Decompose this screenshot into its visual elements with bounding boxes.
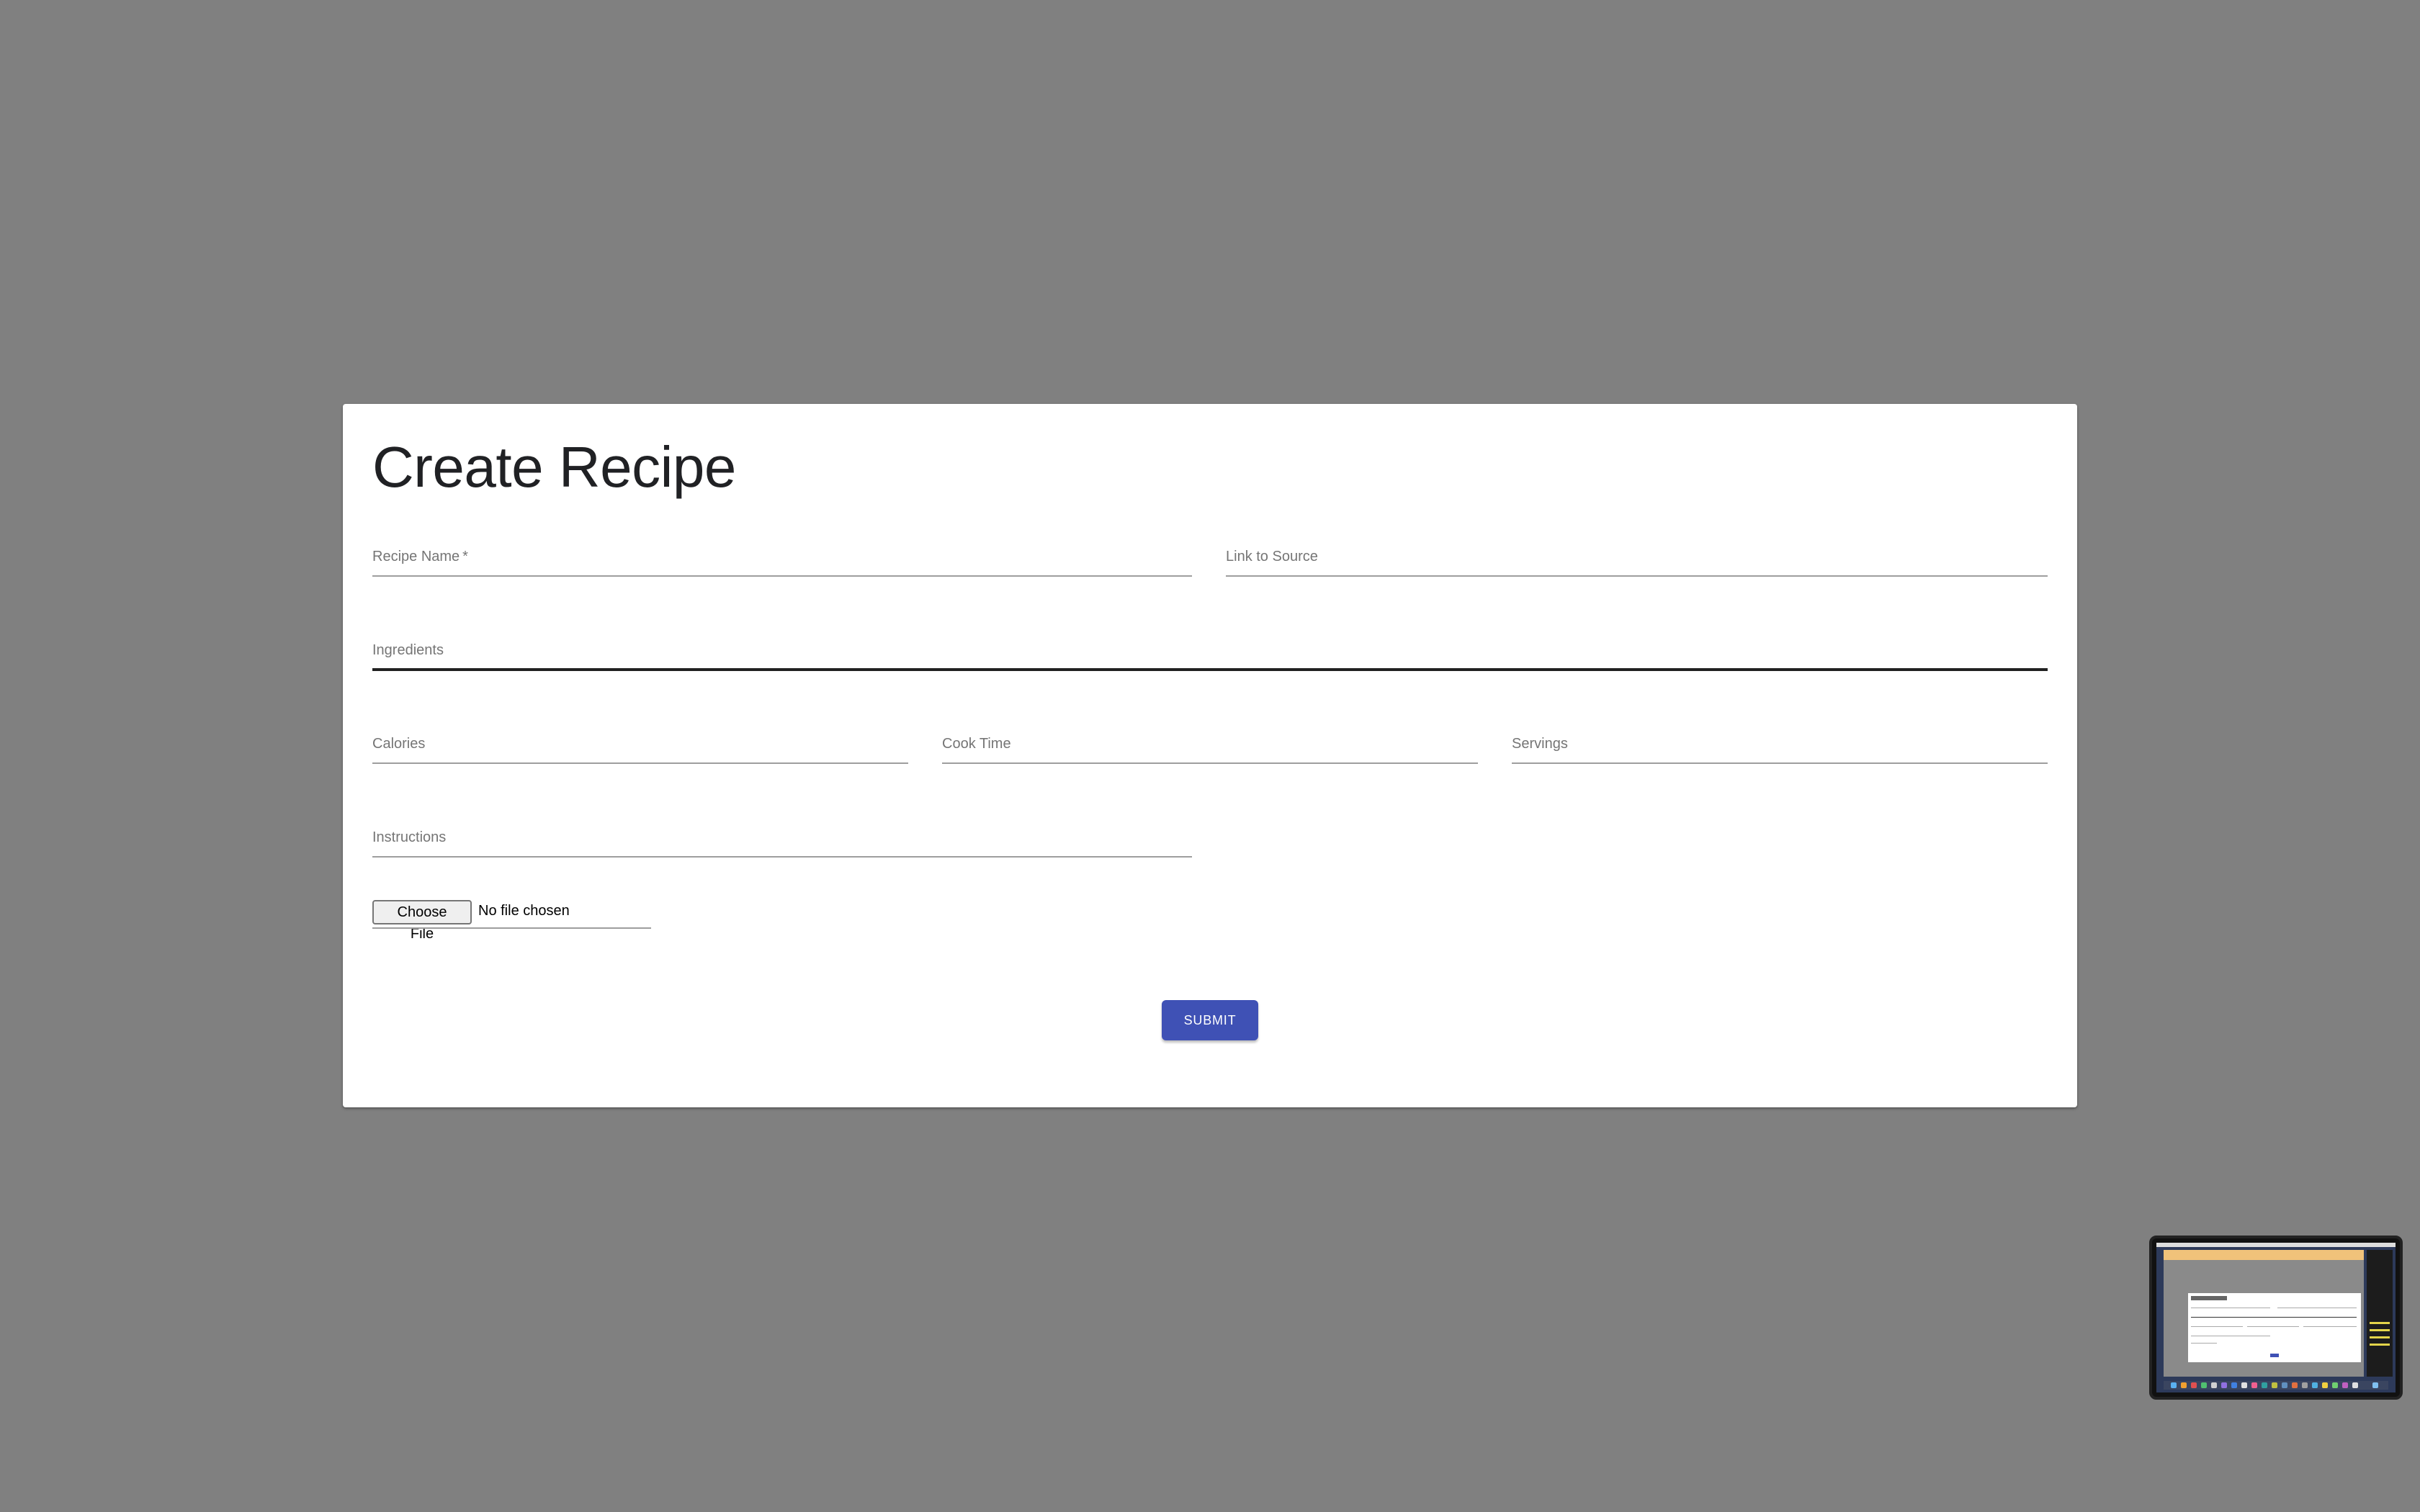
thumbnail-dock-icon <box>2181 1382 2187 1388</box>
ingredients-underline <box>372 668 2048 671</box>
recipe-name-underline <box>372 575 1192 577</box>
screen-background: Create Recipe Recipe Name * Link to Sourc… <box>0 0 2420 1512</box>
servings-field[interactable]: Servings <box>1512 735 2048 764</box>
thumbnail-highlight <box>2370 1329 2390 1331</box>
cook-time-underline <box>942 762 1478 764</box>
thumbnail-dock-icon <box>2322 1382 2328 1388</box>
recipe-name-field[interactable]: Recipe Name * <box>372 548 1192 577</box>
thumbnail-dock-icon <box>2211 1382 2217 1388</box>
instructions-underline <box>372 856 1192 858</box>
thumbnail-line <box>2191 1343 2217 1344</box>
link-to-source-underline <box>1226 575 2048 577</box>
thumbnail-highlight <box>2370 1344 2390 1346</box>
thumbnail-highlight <box>2370 1336 2390 1338</box>
calories-input[interactable] <box>372 741 908 761</box>
thumbnail-dock-icon <box>2312 1382 2318 1388</box>
thumbnail-form-card <box>2188 1293 2361 1362</box>
thumbnail-dock-icon <box>2332 1382 2338 1388</box>
thumbnail-dock-icon <box>2251 1382 2257 1388</box>
servings-input[interactable] <box>1512 741 2048 761</box>
thumbnail-dock-icon <box>2191 1382 2197 1388</box>
choose-file-button[interactable]: Choose File <box>372 900 472 942</box>
ingredients-input[interactable] <box>372 647 2048 667</box>
thumbnail-menubar <box>2156 1243 2396 1247</box>
thumbnail-line <box>2191 1317 2357 1318</box>
thumbnail-line <box>2247 1326 2299 1327</box>
thumbnail-dock-icon <box>2272 1382 2277 1388</box>
calories-underline <box>372 762 908 764</box>
cook-time-field[interactable]: Cook Time <box>942 735 1478 764</box>
thumbnail-dock-icon <box>2372 1382 2378 1388</box>
thumbnail-dock-icon <box>2342 1382 2348 1388</box>
recipe-name-input[interactable] <box>372 554 1192 574</box>
thumbnail-dock-icon <box>2262 1382 2267 1388</box>
thumbnail-dock-icon <box>2241 1382 2247 1388</box>
thumbnail-dock <box>2164 1381 2388 1390</box>
thumbnail-submit <box>2270 1354 2279 1357</box>
submit-button[interactable]: SUBMIT <box>1162 1000 1258 1040</box>
thumbnail-title <box>2191 1296 2227 1300</box>
instructions-field[interactable]: Instructions <box>372 829 1192 858</box>
cook-time-input[interactable] <box>942 741 1478 761</box>
create-recipe-form-card: Create Recipe Recipe Name * Link to Sourc… <box>343 404 2077 1107</box>
thumbnail-browser-toolbar <box>2164 1250 2364 1260</box>
thumbnail-line <box>2191 1326 2243 1327</box>
file-status-text: No file chosen <box>478 903 570 919</box>
thumbnail-dock-icon <box>2282 1382 2287 1388</box>
ingredients-field[interactable]: Ingredients <box>372 642 2048 671</box>
thumbnail-highlight <box>2370 1322 2390 1324</box>
thumbnail-dock-icon <box>2201 1382 2207 1388</box>
thumbnail-dock-icon <box>2171 1382 2177 1388</box>
thumbnail-line <box>2303 1326 2357 1327</box>
instructions-input[interactable] <box>372 834 1192 855</box>
thumbnail-dock-icon <box>2292 1382 2298 1388</box>
thumbnail-dock-icon <box>2302 1382 2308 1388</box>
file-upload-field[interactable]: Choose File No file chosen <box>372 900 651 942</box>
thumbnail-dock-icon <box>2221 1382 2227 1388</box>
link-to-source-input[interactable] <box>1226 554 2048 574</box>
link-to-source-field[interactable]: Link to Source <box>1226 548 2048 577</box>
file-upload-underline <box>372 927 651 929</box>
thumbnail-screen <box>2156 1243 2396 1392</box>
calories-field[interactable]: Calories <box>372 735 908 764</box>
screenshot-thumbnail-preview[interactable] <box>2149 1236 2403 1400</box>
thumbnail-dock-icon <box>2352 1382 2358 1388</box>
servings-underline <box>1512 762 2048 764</box>
thumbnail-side-panel <box>2367 1250 2393 1377</box>
thumbnail-dock-icon <box>2231 1382 2237 1388</box>
page-title: Create Recipe <box>372 435 736 499</box>
